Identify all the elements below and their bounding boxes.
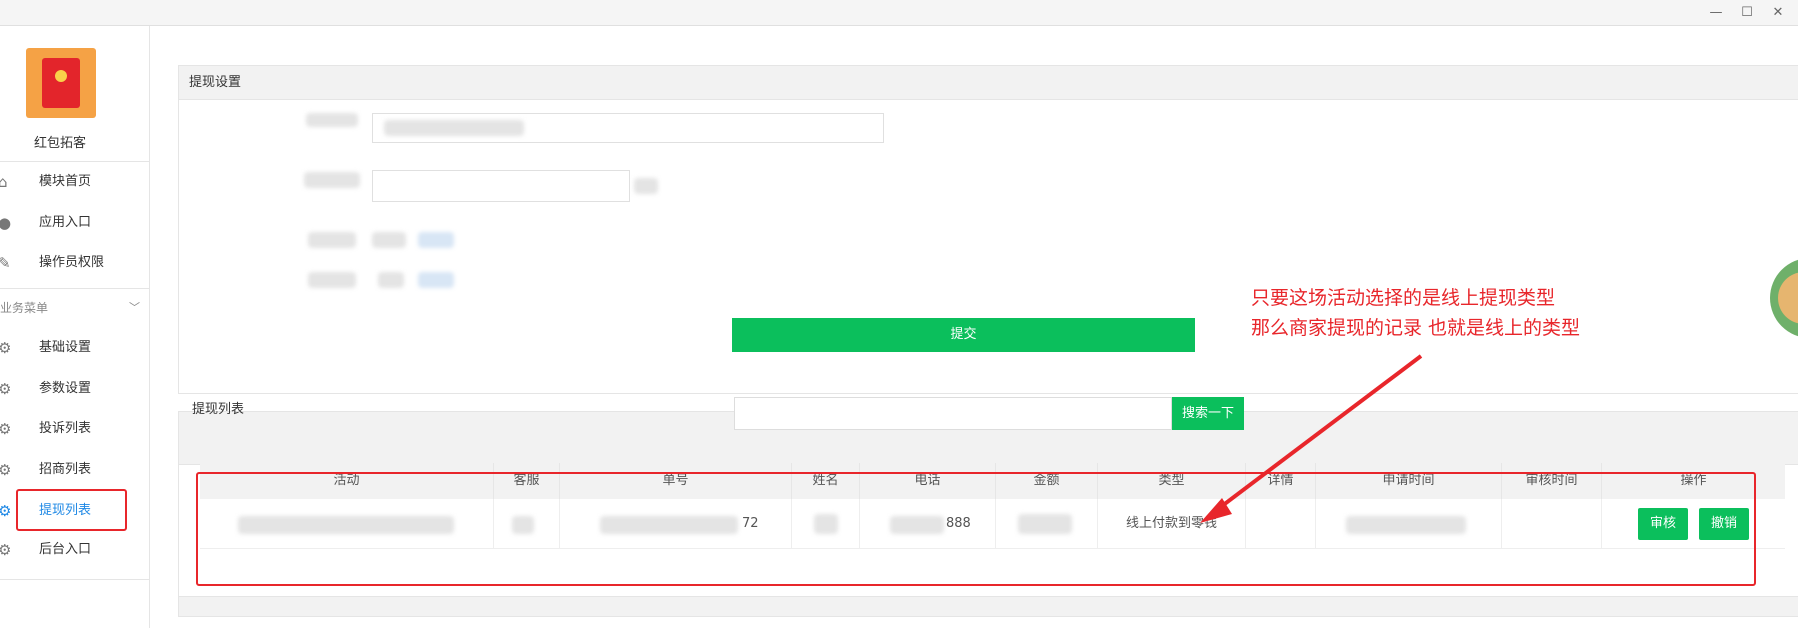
sidebar-item-label: 后台入口 xyxy=(39,542,92,557)
gear-icon: ⚙ xyxy=(0,502,12,520)
redacted-label xyxy=(308,232,356,248)
sidebar-section-business-menu[interactable]: 业务菜单 ﹀ xyxy=(0,295,150,321)
sidebar-item-parameter-settings[interactable]: ⚙ 参数设置 xyxy=(0,373,150,405)
chevron-down-icon: ﹀ xyxy=(129,301,140,314)
app-logo xyxy=(26,48,96,118)
sidebar-item-label: 基础设置 xyxy=(39,340,92,355)
redacted-label xyxy=(306,113,358,127)
submit-button[interactable]: 提交 xyxy=(732,318,1195,352)
document-edit-icon: ✎ xyxy=(0,254,11,272)
annotation-line-1: 只要这场活动选择的是线上提现类型 xyxy=(1251,287,1556,309)
gear-icon: ⚙ xyxy=(0,541,12,559)
redacted-option xyxy=(418,272,454,288)
gear-icon: ⚙ xyxy=(0,339,12,357)
chat-bubble-icon: ● xyxy=(0,214,12,232)
sidebar-item-app-entry[interactable]: ● 应用入口 xyxy=(0,207,150,239)
sidebar-item-basic-settings[interactable]: ⚙ 基础设置 xyxy=(0,332,150,364)
maximize-button[interactable]: ☐ xyxy=(1736,4,1758,22)
redacted-option xyxy=(418,232,454,248)
sidebar-item-label: 操作员权限 xyxy=(39,255,105,270)
sidebar-item-module-home[interactable]: ⌂ 模块首页 xyxy=(0,166,150,198)
home-icon: ⌂ xyxy=(0,173,8,191)
minimize-button[interactable]: — xyxy=(1705,4,1727,22)
section-label: 业务菜单 xyxy=(0,301,49,315)
panel-title: 提现设置 xyxy=(179,66,1798,100)
sidebar-item-label: 招商列表 xyxy=(39,462,92,477)
red-envelope-icon xyxy=(42,58,80,108)
sidebar-item-label: 投诉列表 xyxy=(39,421,92,436)
sidebar-item-operator-permissions[interactable]: ✎ 操作员权限 xyxy=(0,247,150,279)
search-button[interactable]: 搜索一下 xyxy=(1172,397,1244,430)
sidebar-item-complaint-list[interactable]: ⚙ 投诉列表 xyxy=(0,413,150,445)
redacted-label xyxy=(308,272,356,288)
divider xyxy=(0,161,150,162)
gear-icon: ⚙ xyxy=(0,461,12,479)
window-titlebar: — ☐ ✕ xyxy=(0,0,1798,26)
redacted-value xyxy=(384,120,524,136)
panel-title: 提现列表 xyxy=(192,402,245,417)
sidebar-item-merchant-list[interactable]: ⚙ 招商列表 xyxy=(0,454,150,486)
redacted-label xyxy=(304,172,360,188)
sidebar-item-label: 参数设置 xyxy=(39,381,92,396)
sidebar-item-label: 模块首页 xyxy=(39,174,92,189)
list-panel-footer xyxy=(179,596,1798,616)
redacted-option xyxy=(372,232,406,248)
highlight-box-table xyxy=(196,472,1756,586)
redacted-option xyxy=(378,272,404,288)
annotation-line-2: 那么商家提现的记录 也就是线上的类型 xyxy=(1251,317,1581,339)
highlight-box-sidebar xyxy=(16,489,127,531)
sidebar-item-backend-entry[interactable]: ⚙ 后台入口 xyxy=(0,534,150,566)
app-name: 红包拓客 xyxy=(33,136,86,151)
divider xyxy=(0,288,150,289)
search-input[interactable] xyxy=(734,397,1172,430)
sidebar-item-label: 应用入口 xyxy=(39,215,92,230)
redacted-unit xyxy=(634,178,658,194)
setting-input-2[interactable] xyxy=(372,170,630,202)
gear-icon: ⚙ xyxy=(0,380,12,398)
divider xyxy=(0,579,150,580)
close-button[interactable]: ✕ xyxy=(1767,4,1789,22)
gear-icon: ⚙ xyxy=(0,420,12,438)
annotation-text: 只要这场活动选择的是线上提现类型 那么商家提现的记录 也就是线上的类型 xyxy=(1251,283,1580,343)
sidebar: 红包拓客 ⌂ 模块首页 ● 应用入口 ✎ 操作员权限 业务菜单 ﹀ ⚙ 基础设置… xyxy=(0,26,150,628)
